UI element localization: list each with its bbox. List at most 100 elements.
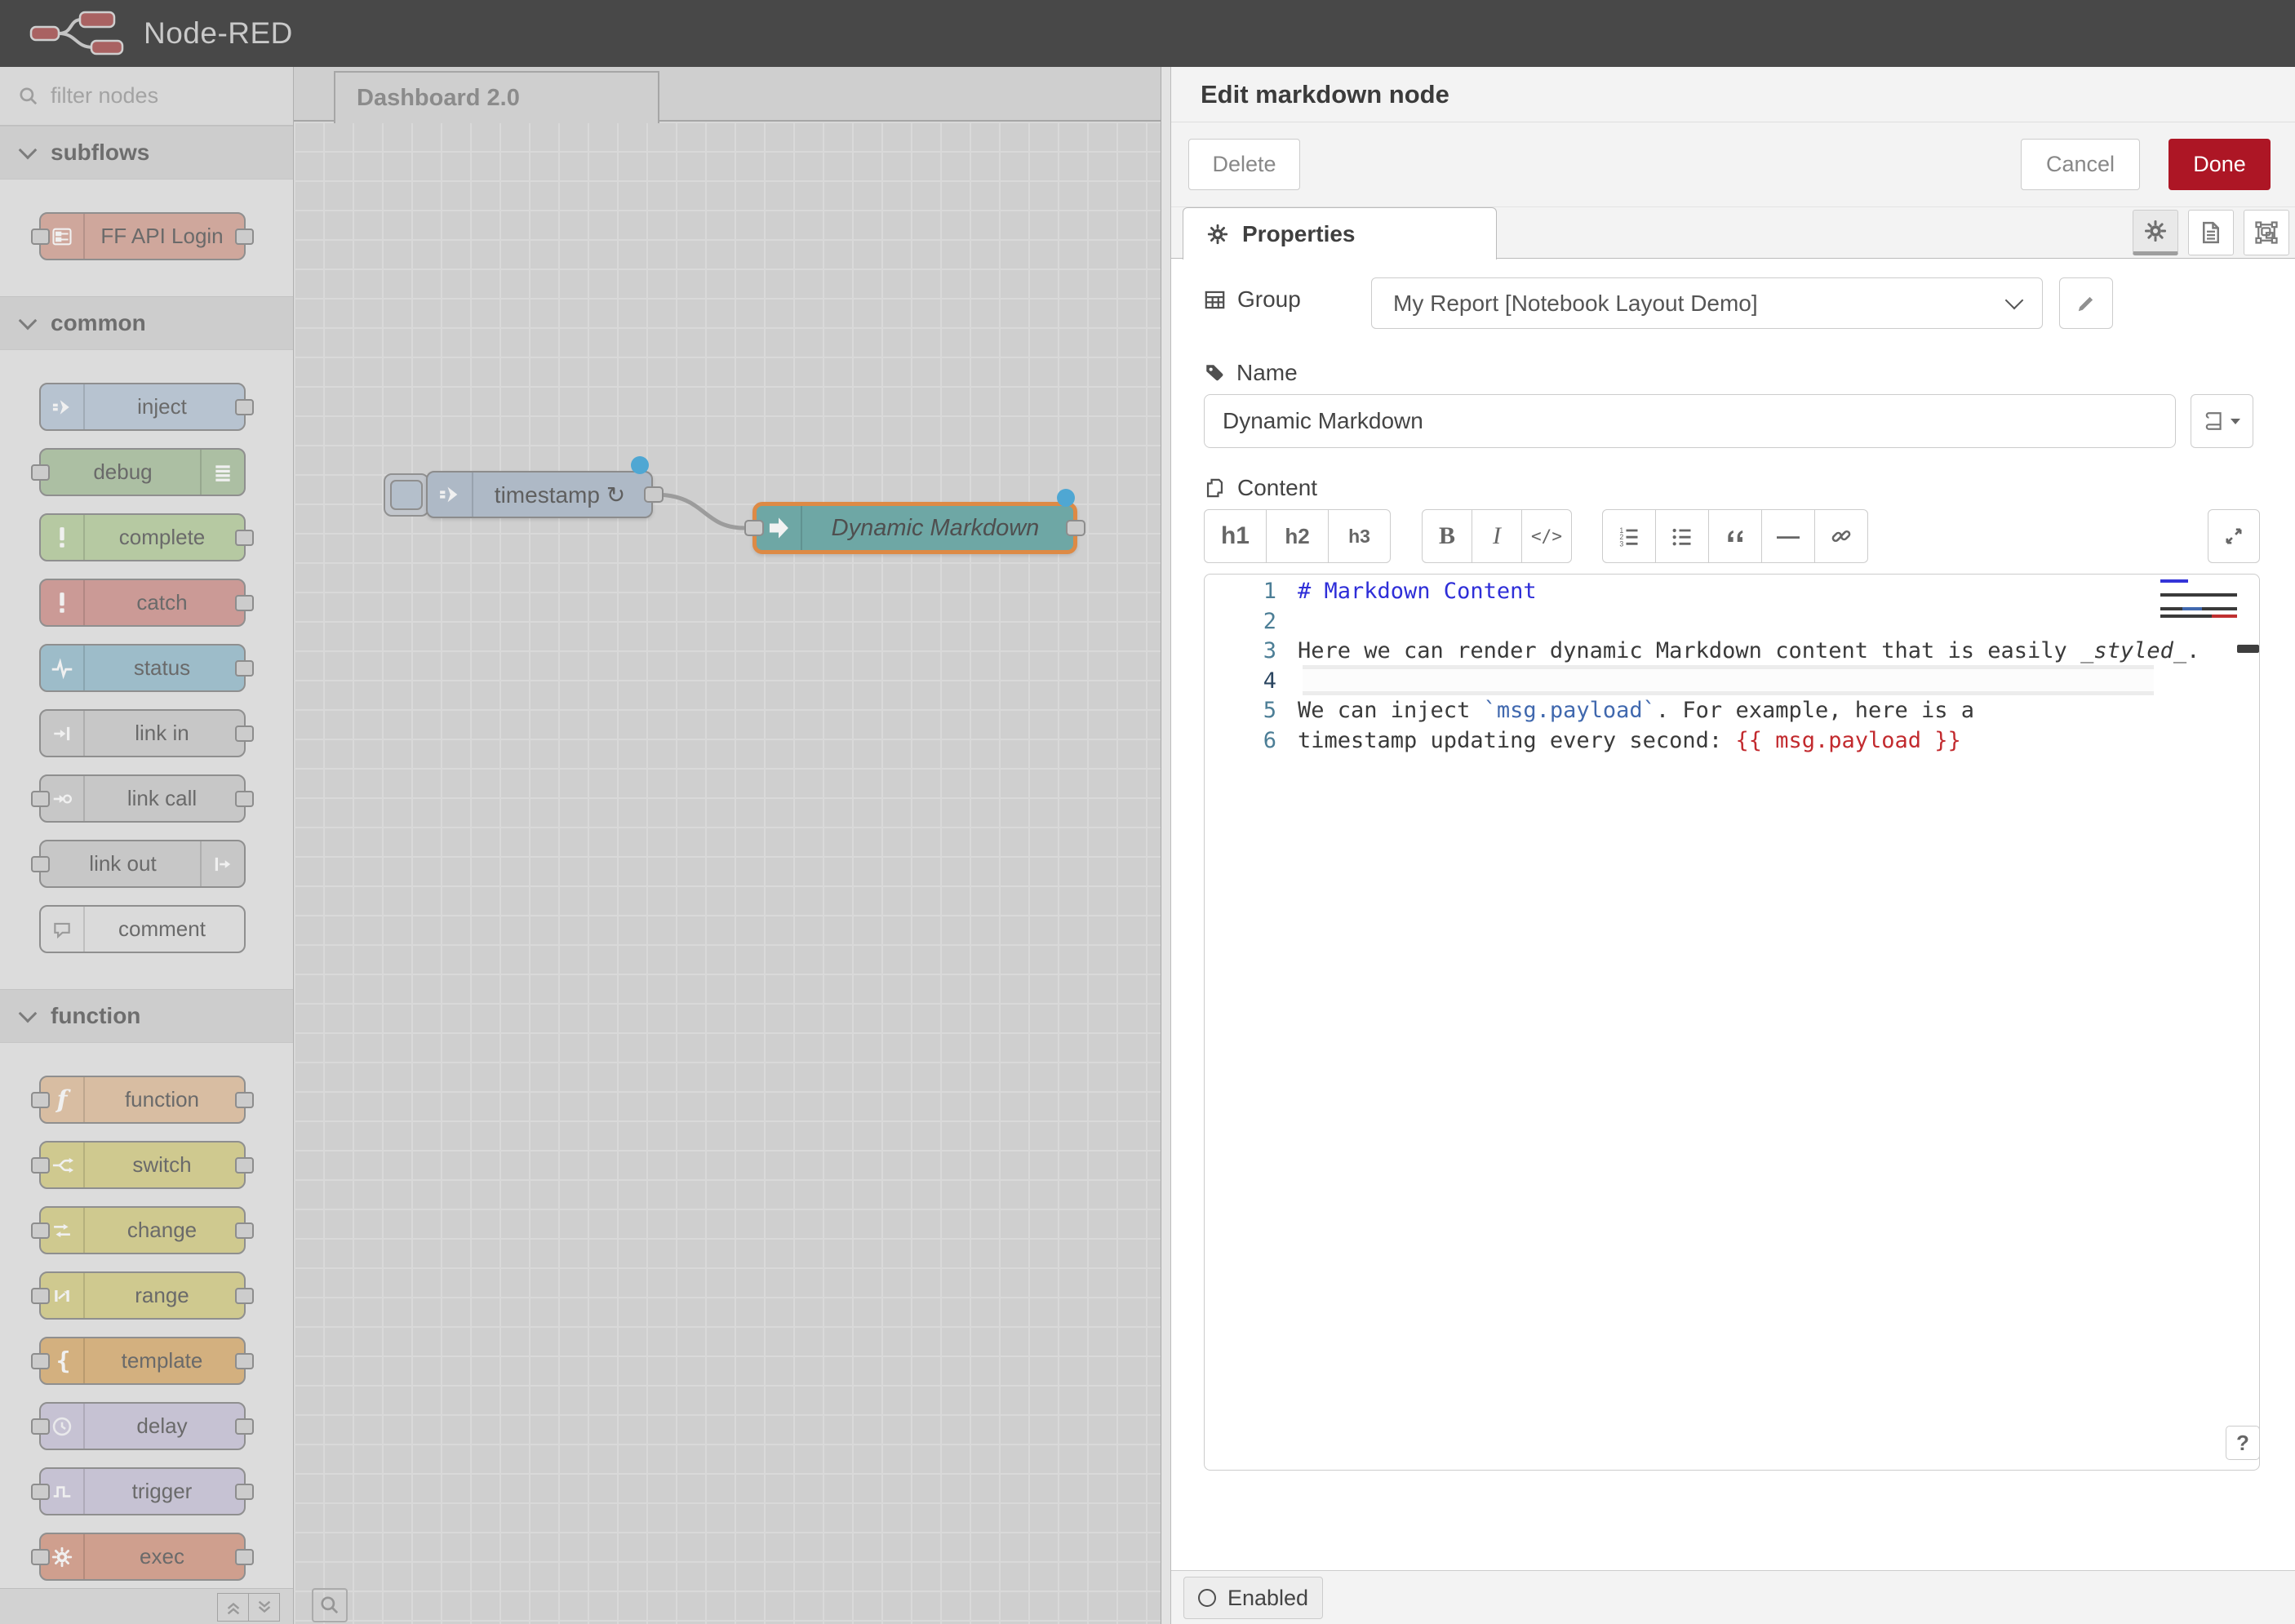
palette-node-label: FF API Login	[85, 214, 239, 259]
toolbar-button-h2[interactable]: h2	[1266, 509, 1329, 563]
line-number: 6	[1205, 726, 1298, 757]
toolbar-button-quote[interactable]	[1708, 509, 1762, 563]
palette-node-comment[interactable]: comment	[39, 905, 246, 953]
comment-icon	[41, 907, 85, 952]
tab-properties[interactable]: Properties	[1183, 207, 1497, 260]
palette-category-subflows[interactable]: subflows	[0, 126, 293, 180]
workspace-tab-dashboard[interactable]: Dashboard 2.0	[334, 71, 659, 123]
name-field-label: Name	[1204, 360, 1298, 386]
inject-arrow-icon	[428, 473, 473, 517]
change-icon	[41, 1208, 85, 1253]
markdown-code-editor[interactable]: 1# Markdown Content23Here we can render …	[1204, 574, 2260, 1471]
palette-node-label: link call	[85, 776, 239, 821]
palette-node-link-in[interactable]: link in	[39, 709, 246, 757]
code-line-5[interactable]: 5We can inject `msg.payload`. For exampl…	[1205, 696, 2259, 726]
palette-footer	[0, 1588, 293, 1624]
minimap-line	[2160, 607, 2237, 610]
expand-icon	[2222, 525, 2245, 548]
minimap-line	[2160, 615, 2237, 618]
palette-node-debug[interactable]: debug	[39, 448, 246, 496]
link-out-icon	[200, 841, 244, 886]
workspace-dimmed-region: subflows FF API Login common inject debug com…	[0, 67, 1170, 1624]
palette-node-complete[interactable]: complete	[39, 513, 246, 561]
input-port[interactable]	[744, 520, 764, 536]
toolbar-button-unordered-list[interactable]	[1655, 509, 1709, 563]
palette-node-label: link out	[46, 841, 200, 886]
description-view-button[interactable]	[2188, 210, 2234, 255]
flow-canvas[interactable]: Dashboard 2.0 timestamp ↻ Dynamic Markdo…	[294, 67, 1161, 1624]
palette-node-catch[interactable]: catch	[39, 579, 246, 627]
name-type-button[interactable]	[2191, 394, 2253, 448]
line-number: 1	[1205, 577, 1298, 607]
toolbar-button-h3[interactable]: h3	[1328, 509, 1391, 563]
canvas-zoom-button[interactable]	[312, 1588, 348, 1622]
palette-node-ff-api-login[interactable]: FF API Login	[39, 212, 246, 260]
palette-node-exec[interactable]: exec	[39, 1533, 246, 1581]
document-icon	[2199, 220, 2223, 245]
name-input[interactable]	[1204, 394, 2176, 448]
cancel-button[interactable]: Cancel	[2021, 139, 2140, 190]
palette-node-switch[interactable]: switch	[39, 1141, 246, 1189]
flow-node-dynamic-markdown-selected[interactable]: Dynamic Markdown	[752, 502, 1077, 554]
palette-node-inject[interactable]: inject	[39, 383, 246, 431]
edit-group-button[interactable]	[2059, 277, 2113, 329]
toolbar-button-bold[interactable]: B	[1422, 509, 1472, 563]
sidebar-resize-handle[interactable]	[1161, 67, 1170, 1624]
done-button[interactable]: Done	[2168, 139, 2271, 190]
properties-view-button[interactable]	[2133, 210, 2178, 255]
caret-down-icon	[2230, 417, 2241, 425]
palette-node-template[interactable]: {template	[39, 1337, 246, 1385]
tray-tab-bar: Properties	[1171, 206, 2295, 259]
content-field-label: Content	[1204, 475, 1317, 501]
palette-node-trigger[interactable]: trigger	[39, 1467, 246, 1515]
palette-node-function[interactable]: ffunction	[39, 1076, 246, 1124]
palette-search[interactable]	[0, 67, 293, 126]
flow-node-inject-timestamp[interactable]: timestamp ↻	[426, 471, 653, 518]
editor-scroll-indicator[interactable]	[2237, 645, 2259, 653]
inject-trigger-button[interactable]	[384, 473, 429, 517]
toolbar-button-italic[interactable]: I	[1472, 509, 1522, 563]
palette-category-common[interactable]: common	[0, 296, 293, 350]
output-port[interactable]	[644, 486, 664, 503]
range-icon	[41, 1273, 85, 1318]
toolbar-button-code[interactable]: </>	[1521, 509, 1572, 563]
code-line-4[interactable]: 4	[1205, 667, 2259, 697]
palette-filter-input[interactable]	[49, 82, 248, 109]
modified-indicator-dot	[1057, 489, 1075, 507]
svg-text:3: 3	[1619, 539, 1623, 548]
editor-help-button[interactable]: ?	[2226, 1426, 2260, 1460]
palette-category-function[interactable]: function	[0, 989, 293, 1043]
appearance-view-button[interactable]	[2244, 210, 2289, 255]
line-number: 4	[1205, 667, 1298, 697]
group-select[interactable]: My Report [Notebook Layout Demo]	[1371, 277, 2043, 329]
palette-node-link-call[interactable]: link call	[39, 774, 246, 823]
delete-button[interactable]: Delete	[1188, 139, 1300, 190]
exclaim-icon	[41, 515, 85, 560]
modified-indicator-dot	[631, 456, 649, 474]
palette-node-range[interactable]: range	[39, 1271, 246, 1320]
enabled-toggle-button[interactable]: Enabled	[1183, 1577, 1323, 1619]
group-select-value: My Report [Notebook Layout Demo]	[1393, 291, 1758, 317]
toolbar-button-h1[interactable]: h1	[1204, 509, 1267, 563]
palette-node-link-out[interactable]: link out	[39, 840, 246, 888]
output-port[interactable]	[1066, 520, 1085, 536]
code-line-3[interactable]: 3Here we can render dynamic Markdown con…	[1205, 637, 2259, 667]
palette-node-status[interactable]: status	[39, 644, 246, 692]
debug-icon	[200, 450, 244, 495]
palette-node-label: comment	[85, 907, 239, 952]
palette-node-change[interactable]: change	[39, 1206, 246, 1254]
palette-node-label: link in	[85, 711, 239, 756]
code-line-1[interactable]: 1# Markdown Content	[1205, 577, 2259, 607]
expand-all-categories-button[interactable]	[249, 1593, 280, 1622]
expand-editor-button[interactable]	[2208, 509, 2260, 563]
toolbar-button-hr[interactable]: —	[1761, 509, 1815, 563]
palette-node-delay[interactable]: delay	[39, 1402, 246, 1450]
toolbar-button-ordered-list[interactable]: 123	[1602, 509, 1656, 563]
palette-node-label: complete	[85, 515, 239, 560]
code-line-6[interactable]: 6timestamp updating every second: {{ msg…	[1205, 726, 2259, 757]
collapse-all-categories-button[interactable]	[217, 1593, 249, 1622]
toolbar-button-link[interactable]	[1814, 509, 1868, 563]
code-line-2[interactable]: 2	[1205, 607, 2259, 637]
minimap-line	[2160, 579, 2188, 583]
enabled-label: Enabled	[1227, 1586, 1308, 1611]
